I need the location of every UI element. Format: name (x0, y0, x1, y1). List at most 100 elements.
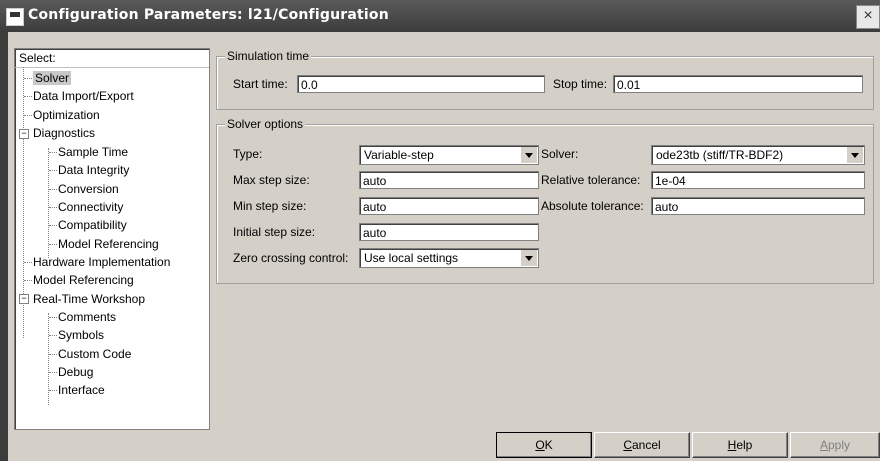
start-time-label: Start time: (233, 77, 288, 91)
solver-label: Solver: (541, 147, 579, 161)
max-step-label: Max step size: (233, 173, 310, 187)
relative-tolerance-field[interactable]: 1e-04 (651, 171, 865, 189)
type-dropdown[interactable]: Variable-step (359, 145, 539, 165)
cancel-button[interactable]: Cancel (594, 432, 690, 458)
tree-item-sample-time[interactable]: Sample Time (58, 144, 128, 161)
chevron-down-icon[interactable] (846, 147, 863, 163)
tree-connector (49, 189, 57, 190)
help-button[interactable]: Help (692, 432, 788, 458)
category-tree[interactable]: Select: − − Solver Data Import/Export Op… (14, 48, 210, 430)
tree-item-connectivity[interactable]: Connectivity (58, 199, 123, 216)
stop-time-label: Stop time: (553, 77, 608, 91)
initial-step-label: Initial step size: (233, 225, 316, 239)
tree-guide-rtw (48, 313, 49, 405)
chevron-down-icon[interactable] (520, 250, 537, 266)
tree-item-symbols[interactable]: Symbols (58, 327, 104, 344)
solver-options-group: Solver options Type: Variable-step Solve… (216, 117, 874, 284)
tree-item-conversion[interactable]: Conversion (58, 181, 119, 198)
window-icon (6, 8, 24, 26)
tree-item-data-import-export[interactable]: Data Import/Export (33, 88, 134, 105)
tree-item-interface[interactable]: Interface (58, 382, 105, 399)
tree-item-label: Interface (58, 383, 105, 397)
tree-connector (49, 335, 57, 336)
tree-connector (49, 152, 57, 153)
help-label: elp (736, 438, 753, 452)
stop-time-field[interactable]: 0.01 (613, 75, 863, 93)
tree-item-custom-code[interactable]: Custom Code (58, 346, 131, 363)
absolute-tolerance-label: Absolute tolerance: (541, 199, 644, 213)
tree-item-data-integrity[interactable]: Data Integrity (58, 162, 129, 179)
tree-item-label: Real-Time Workshop (33, 292, 146, 306)
close-button[interactable]: × (856, 5, 880, 29)
tree-connector (24, 96, 32, 97)
tree-item-label: Symbols (58, 328, 105, 342)
tree-connector (49, 207, 57, 208)
tree-connector (49, 354, 57, 355)
tree-item-label: Model Referencing (58, 237, 159, 251)
tree-connector (49, 317, 57, 318)
apply-button[interactable]: Apply (790, 432, 880, 458)
tree-item-label: Compatibility (58, 218, 127, 232)
tree-connector (49, 244, 57, 245)
zero-crossing-dropdown[interactable]: Use local settings (359, 248, 539, 268)
tree-connector (24, 78, 32, 79)
tree-connector (24, 280, 32, 281)
group-title: Simulation time (225, 49, 312, 63)
tree-item-hardware-implementation[interactable]: Hardware Implementation (33, 254, 170, 271)
tree-item-compatibility[interactable]: Compatibility (58, 217, 127, 234)
tree-item-model-referencing-diag[interactable]: Model Referencing (58, 236, 159, 253)
tree-connector (24, 262, 32, 263)
tree-item-label: Connectivity (58, 200, 124, 214)
tree-connector (24, 115, 32, 116)
min-step-label: Min step size: (233, 199, 307, 213)
type-value: Variable-step (364, 148, 434, 162)
tree-connector (49, 170, 57, 171)
simulation-time-group: Simulation time Start time: 0.0 Stop tim… (216, 49, 874, 110)
tree-item-label: Hardware Implementation (33, 255, 171, 269)
solver-value: ode23tb (stiff/TR-BDF2) (656, 148, 784, 162)
collapse-rtw-icon[interactable]: − (19, 294, 29, 304)
min-step-field[interactable]: auto (359, 197, 539, 215)
window-title: Configuration Parameters: l21/Configurat… (28, 7, 389, 23)
chevron-down-icon[interactable] (520, 147, 537, 163)
tree-item-debug[interactable]: Debug (58, 364, 93, 381)
apply-mnemonic: A (819, 438, 828, 452)
ok-mnemonic: O (535, 438, 545, 452)
window-border (0, 32, 8, 461)
tree-item-label: Data Import/Export (33, 89, 134, 103)
tree-guide-diagnostics (48, 148, 49, 258)
solver-dropdown[interactable]: ode23tb (stiff/TR-BDF2) (651, 145, 865, 165)
tree-item-real-time-workshop[interactable]: Real-Time Workshop (33, 291, 145, 308)
apply-label: pply (828, 438, 851, 452)
tree-item-label: Solver (33, 71, 72, 85)
absolute-tolerance-field[interactable]: auto (651, 197, 865, 215)
tree-item-label: Conversion (58, 182, 119, 196)
cancel-label: ancel (631, 438, 661, 452)
title-bar: Configuration Parameters: l21/Configurat… (0, 0, 880, 32)
zero-crossing-label: Zero crossing control: (233, 251, 349, 265)
start-time-field[interactable]: 0.0 (297, 75, 545, 93)
tree-connector (49, 372, 57, 373)
collapse-diagnostics-icon[interactable]: − (19, 129, 29, 139)
tree-item-optimization[interactable]: Optimization (33, 107, 100, 124)
tree-item-solver[interactable]: Solver (33, 70, 72, 87)
max-step-field[interactable]: auto (359, 171, 539, 189)
tree-item-label: Data Integrity (58, 163, 130, 177)
tree-item-diagnostics[interactable]: Diagnostics (33, 125, 95, 142)
type-label: Type: (233, 147, 263, 161)
ok-label: K (544, 438, 553, 452)
tree-item-label: Diagnostics (33, 126, 96, 140)
tree-item-model-referencing[interactable]: Model Referencing (33, 272, 134, 289)
tree-item-comments[interactable]: Comments (58, 309, 116, 326)
zero-crossing-value: Use local settings (364, 251, 459, 265)
tree-item-label: Custom Code (58, 347, 132, 361)
relative-tolerance-label: Relative tolerance: (541, 173, 641, 187)
tree-item-label: Sample Time (58, 145, 129, 159)
tree-item-label: Debug (58, 365, 94, 379)
initial-step-field[interactable]: auto (359, 223, 539, 241)
tree-connector (49, 225, 57, 226)
tree-item-label: Comments (58, 310, 117, 324)
tree-item-label: Optimization (33, 108, 100, 122)
tree-connector (49, 390, 57, 391)
ok-button[interactable]: OK (496, 432, 592, 458)
